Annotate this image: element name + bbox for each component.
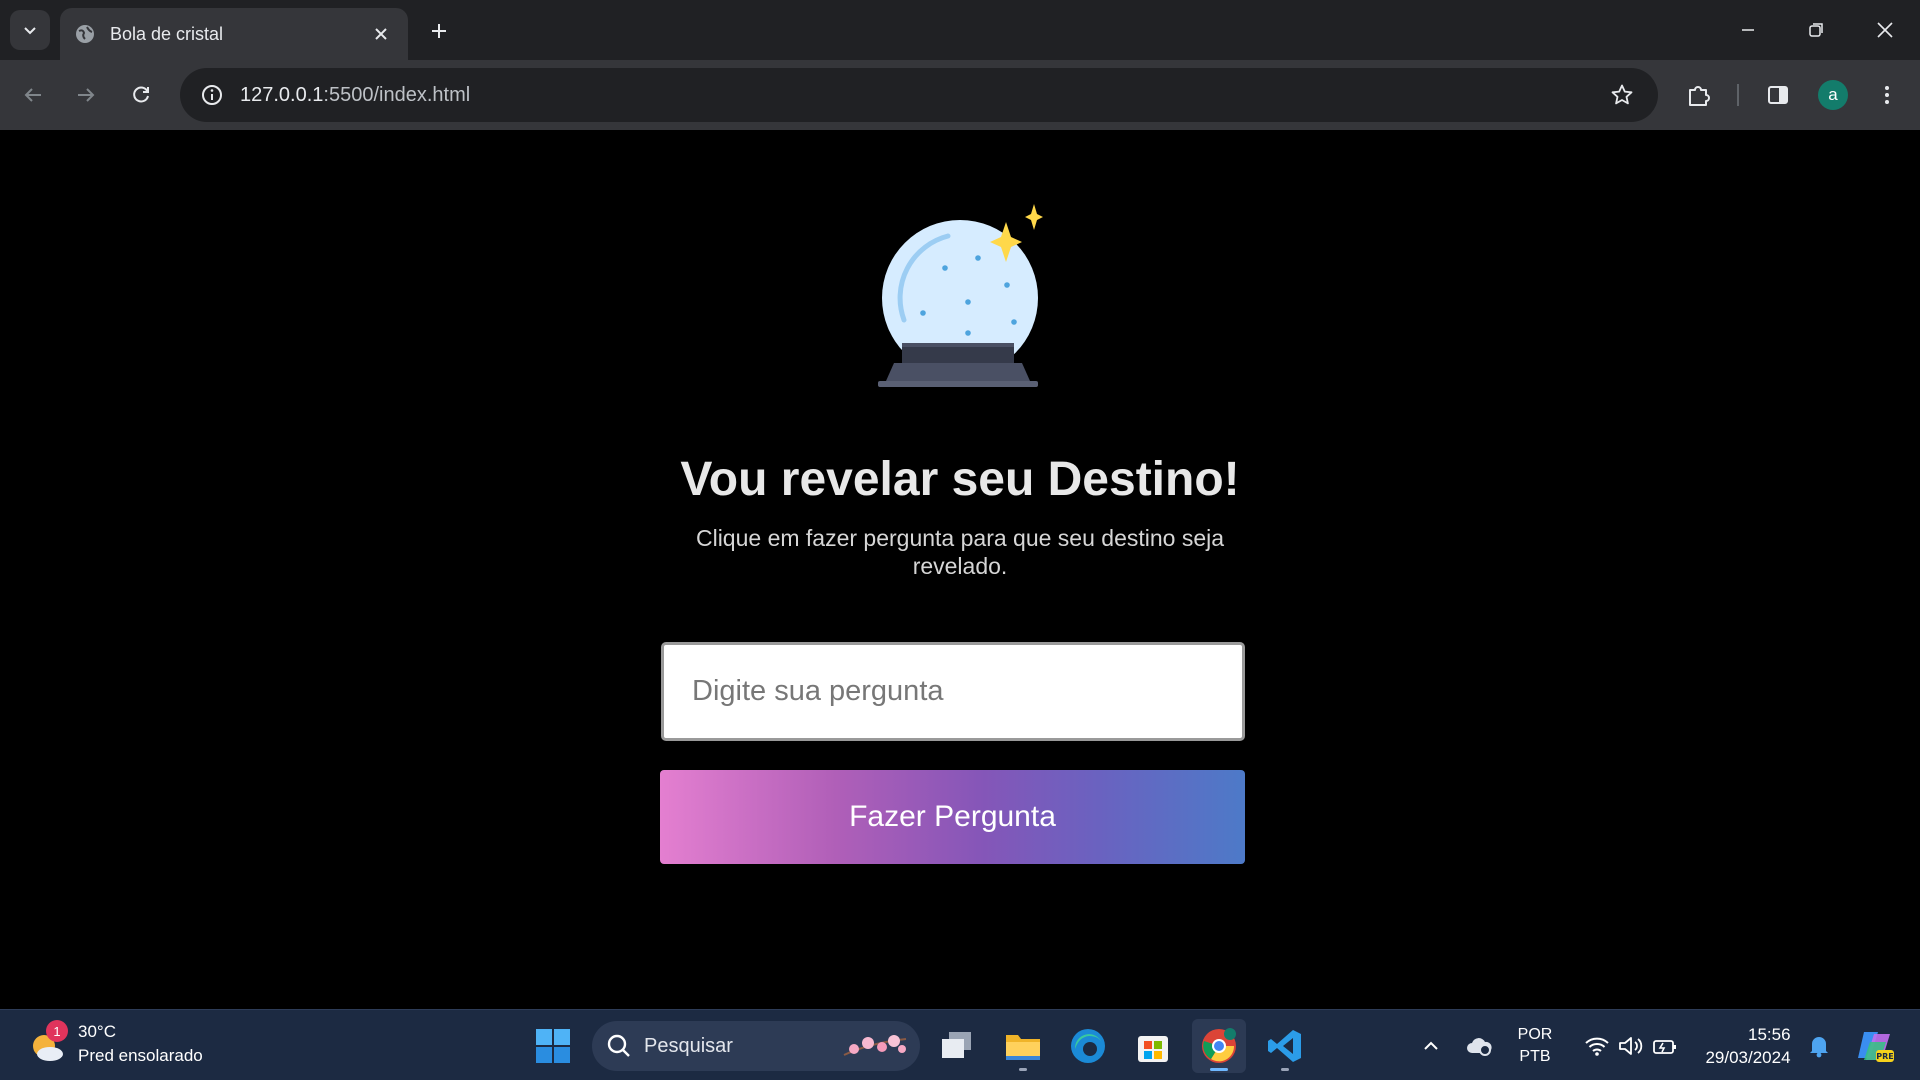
profile-button[interactable]: a (1811, 73, 1855, 117)
new-tab-button[interactable] (422, 14, 456, 48)
browser-menu-button[interactable] (1865, 73, 1909, 117)
weather-widget[interactable]: 1 30°C Pred ensolarado (28, 1020, 203, 1068)
page-title: Vou revelar seu Destino! (680, 453, 1240, 506)
minimize-button[interactable] (1728, 10, 1768, 50)
active-tab[interactable]: Bola de cristal (60, 8, 408, 60)
bookmark-button[interactable] (1604, 77, 1640, 113)
cherry-blossom-icon (843, 1035, 907, 1056)
microsoft-store-button[interactable] (1126, 1019, 1180, 1073)
info-icon (202, 85, 222, 105)
quick-settings-button[interactable] (1576, 1010, 1686, 1080)
address-bar[interactable]: 127.0.0.1:5500/index.html (180, 68, 1658, 122)
language-code: POR (1517, 1025, 1553, 1043)
clock-button[interactable]: 15:56 29/03/2024 (1696, 1010, 1800, 1080)
more-vertical-icon (1885, 86, 1889, 104)
clock-time: 15:56 (1748, 1024, 1791, 1044)
reload-button[interactable] (119, 73, 163, 117)
question-input[interactable] (661, 642, 1245, 741)
copilot-icon: PRE (1858, 1031, 1894, 1062)
store-icon (1138, 1036, 1168, 1062)
task-view-icon (942, 1032, 971, 1058)
folder-icon (1006, 1035, 1040, 1060)
wifi-icon (1585, 1037, 1609, 1056)
edge-browser-icon (1071, 1029, 1105, 1063)
arrow-left-icon (24, 88, 41, 102)
browser-tab-strip: Bola de cristal (0, 0, 1920, 60)
copilot-button[interactable]: PRE (1852, 1010, 1898, 1080)
onedrive-button[interactable] (1464, 1010, 1494, 1080)
battery-icon (1653, 1039, 1676, 1054)
keyboard-layout-code: PTB (1519, 1047, 1551, 1065)
running-indicator (1019, 1068, 1027, 1071)
close-icon (1877, 22, 1893, 38)
svg-text:PRE: PRE (1876, 1052, 1894, 1061)
bell-icon (1810, 1036, 1828, 1057)
minimize-icon (1742, 29, 1754, 31)
back-button[interactable] (11, 73, 55, 117)
extensions-button[interactable] (1677, 73, 1721, 117)
url-path: :5500/index.html (323, 83, 471, 106)
windows-taskbar: 1 30°C Pred ensolarado Pesquisar POR PTB… (0, 1009, 1920, 1080)
close-icon (375, 28, 387, 40)
crystal-ball-icon (878, 204, 1043, 387)
tab-search-button[interactable] (10, 10, 50, 50)
edge-button[interactable] (1061, 1019, 1115, 1073)
url-host: 127.0.0.1 (240, 83, 324, 106)
globe-icon (76, 25, 94, 43)
active-indicator (1210, 1068, 1228, 1071)
weather-text: 30°C Pred ensolarado (78, 1020, 203, 1068)
search-icon (607, 1034, 630, 1057)
tab-title: Bola de cristal (110, 23, 224, 44)
tab-close-button[interactable] (368, 21, 394, 47)
task-view-button[interactable] (930, 1019, 984, 1073)
volume-icon (1619, 1036, 1643, 1055)
restore-button[interactable] (1796, 10, 1836, 50)
site-info-button[interactable] (194, 77, 230, 113)
side-panel-button[interactable] (1756, 73, 1800, 117)
restore-icon (1809, 23, 1823, 37)
close-window-button[interactable] (1865, 10, 1905, 50)
forward-button[interactable] (64, 73, 108, 117)
weather-description: Pred ensolarado (78, 1046, 203, 1065)
arrow-right-icon (78, 88, 95, 102)
taskbar-search[interactable]: Pesquisar (592, 1021, 920, 1071)
file-explorer-button[interactable] (996, 1019, 1050, 1073)
weather-notification-badge: 1 (46, 1020, 68, 1042)
cloud-icon (1467, 1037, 1492, 1056)
weather-temperature: 30°C (78, 1022, 116, 1041)
chrome-button[interactable] (1192, 1019, 1246, 1073)
url-text: 127.0.0.1:5500/index.html (240, 84, 470, 107)
weather-sun-cloud-icon: 1 (28, 1020, 68, 1064)
vscode-button[interactable] (1258, 1019, 1312, 1073)
running-indicator (1281, 1068, 1289, 1071)
side-panel-icon (1768, 86, 1788, 104)
avatar: a (1818, 80, 1848, 110)
show-hidden-icons-button[interactable] (1418, 1010, 1444, 1080)
chevron-up-icon (1424, 1041, 1438, 1050)
ask-question-button[interactable]: Fazer Pergunta (660, 770, 1245, 864)
search-placeholder: Pesquisar (644, 1034, 733, 1057)
toolbar-divider (1737, 84, 1739, 106)
chevron-down-icon (24, 27, 36, 35)
page-content: Vou revelar seu Destino! Clique em fazer… (0, 130, 1920, 1009)
clock-date: 29/03/2024 (1705, 1047, 1791, 1067)
star-icon (1611, 84, 1633, 105)
reload-icon (133, 86, 149, 103)
windows-logo-icon (536, 1029, 570, 1063)
plus-icon (432, 24, 446, 38)
puzzle-icon (1689, 86, 1710, 106)
start-button[interactable] (526, 1019, 580, 1073)
notifications-button[interactable] (1804, 1010, 1834, 1080)
vscode-icon (1268, 1030, 1301, 1062)
chrome-icon (1202, 1028, 1236, 1063)
page-subtitle: Clique em fazer pergunta para que seu de… (695, 525, 1225, 579)
input-language-button[interactable]: POR PTB (1508, 1010, 1562, 1080)
browser-toolbar: 127.0.0.1:5500/index.html a (0, 60, 1920, 130)
